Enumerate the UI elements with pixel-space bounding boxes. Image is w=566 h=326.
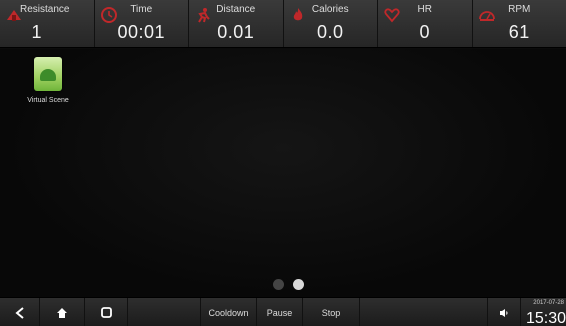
metric-value: 61 (508, 22, 530, 42)
metric-value: 1 (31, 22, 42, 42)
metric-value: 0.0 (316, 22, 344, 42)
cooldown-label: Cooldown (208, 307, 249, 318)
back-button[interactable] (0, 298, 40, 326)
page-indicator (273, 279, 304, 290)
metric-hr: HR 0 (378, 0, 473, 47)
chevron-left-icon (14, 306, 25, 319)
metric-resistance: Resistance 1 (0, 0, 95, 47)
metric-label: Resistance (20, 4, 70, 15)
stop-label: Stop (321, 307, 341, 318)
app-label: Virtual Scene (27, 97, 69, 104)
pause-button[interactable]: Pause (257, 298, 303, 326)
metric-value: 0 (419, 22, 430, 42)
android-app-icon[interactable] (34, 57, 62, 91)
nav-spacer (128, 298, 201, 326)
status-clock: 2017-07-28 15:30 (521, 298, 566, 326)
metric-label: Time (130, 4, 153, 15)
nav-spacer (360, 298, 488, 326)
metric-time: Time 00:01 (94, 0, 189, 47)
recent-apps-button[interactable] (85, 298, 128, 326)
home-screen: Virtual Scene (0, 49, 566, 297)
metric-label: Distance (216, 4, 256, 15)
cooldown-button[interactable]: Cooldown (201, 298, 257, 326)
metric-calories: Calories 0.0 (283, 0, 378, 47)
date-text: 2017-07-28 (533, 300, 564, 306)
metric-label: RPM (508, 4, 531, 15)
metrics-bar: Resistance 1 Time 00:01 Distance 0.01 Ca… (0, 0, 566, 48)
stop-button[interactable]: Stop (303, 298, 360, 326)
navigation-bar: Cooldown Pause Stop 2017-07-28 15:30 (0, 297, 566, 326)
volume-button[interactable] (488, 298, 521, 326)
pause-label: Pause (266, 307, 293, 318)
metric-label: HR (417, 4, 432, 15)
metric-rpm: RPM 61 (472, 0, 566, 47)
app-virtual-scene[interactable]: Virtual Scene (18, 57, 78, 104)
metric-value: 0.01 (217, 22, 255, 42)
page-dot-active[interactable] (293, 279, 304, 290)
page-dot[interactable] (273, 279, 284, 290)
metric-distance: Distance 0.01 (189, 0, 284, 47)
home-icon (56, 307, 68, 319)
metric-label: Calories (311, 4, 349, 15)
speaker-icon (499, 308, 509, 318)
square-icon (100, 307, 112, 318)
metric-value: 00:01 (117, 22, 166, 42)
time-text: 15:30 (525, 310, 566, 326)
home-button[interactable] (40, 298, 85, 326)
